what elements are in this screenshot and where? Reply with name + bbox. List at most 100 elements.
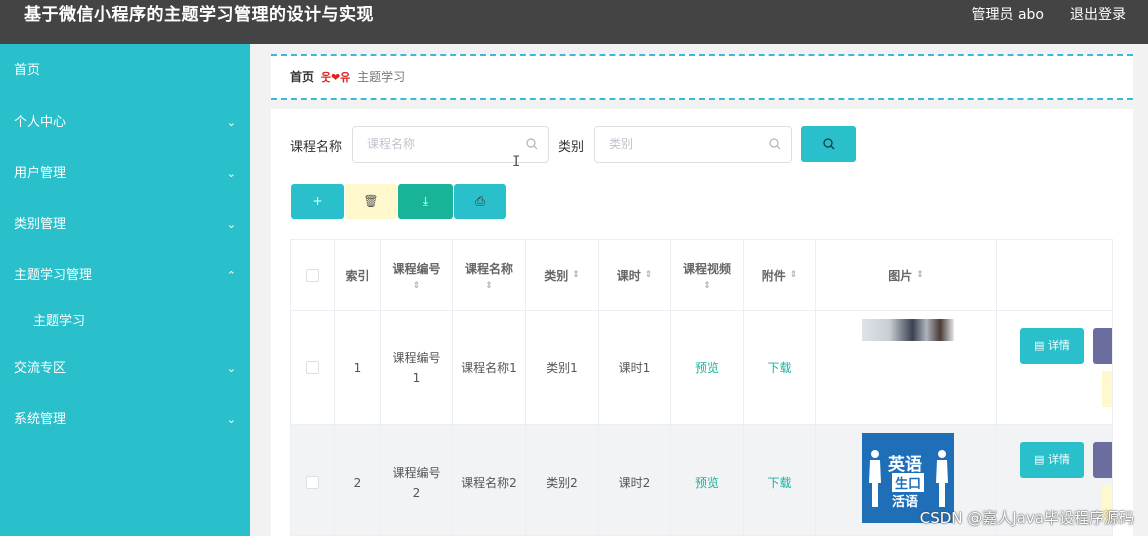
chevron-down-icon: ⌄ (226, 218, 236, 231)
sort-icon[interactable]: ⇕ (703, 281, 711, 291)
detail-label: 详情 (1047, 453, 1070, 466)
row-2-course-no: 课程编号2 (381, 425, 453, 535)
sidebar-item-exchange-zone[interactable]: 交流专区 ⌄ (0, 343, 250, 394)
row-1-video-cell: 预览 (671, 311, 744, 425)
row-2-index: 2 (335, 425, 381, 535)
top-bar: 基于微信小程序的主题学习管理的设计与实现 管理员 abo 退出登录 (0, 0, 1148, 44)
main-content: 首页 웃❤유 主题学习 课程名称 课程名称 类别 类别 + 🗑 ⤓ ⎙ 索引 课 (250, 44, 1148, 536)
header-label: 课程视频 (682, 261, 731, 276)
video-preview-link[interactable]: 预览 (695, 358, 719, 378)
header-video[interactable]: 课程视频 ⇕ (671, 240, 744, 311)
header-label: 课程编号 (392, 261, 441, 276)
search-icon (769, 138, 781, 150)
app-title: 基于微信小程序的主题学习管理的设计与实现 (24, 5, 374, 25)
document-icon: ▤ (1034, 453, 1048, 466)
header-attachment[interactable]: 附件 ⇕ (744, 240, 816, 311)
edit-button[interactable] (1093, 442, 1112, 478)
attachment-download-link[interactable]: 下载 (767, 473, 791, 493)
sidebar-subitem-label: 主题学习 (33, 314, 86, 329)
header-index: 索引 (335, 240, 381, 311)
header-category[interactable]: 类别 ⇕ (526, 240, 599, 311)
delete-button-partial[interactable] (1102, 371, 1112, 407)
breadcrumb: 首页 웃❤유 主题学习 (290, 56, 405, 99)
row-2-category: 类别2 (526, 425, 599, 535)
row-1-hours: 课时1 (599, 311, 671, 425)
detail-label: 详情 (1047, 339, 1070, 352)
header-label: 图片 (888, 268, 913, 283)
detail-button[interactable]: ▤ 详情 (1020, 442, 1084, 478)
row-1-course-name: 课程名称1 (453, 311, 526, 425)
edit-button[interactable] (1093, 328, 1112, 364)
sidebar-item-label: 个人中心 (14, 115, 67, 130)
course-name-label: 课程名称 (290, 140, 343, 155)
chevron-down-icon: ⌄ (226, 362, 236, 375)
header-course-name[interactable]: 课程名称 ⇕ (453, 240, 526, 311)
image-text-line1: 英语 (888, 455, 922, 475)
sidebar-item-label: 用户管理 (14, 166, 67, 181)
header-select-all (291, 240, 335, 311)
chevron-up-icon: ⌃ (226, 269, 236, 282)
row-2-video-cell: 预览 (671, 425, 744, 535)
watermark: CSDN @嘉人Java毕设程序源码 (919, 509, 1134, 527)
breadcrumb-current: 主题学习 (357, 70, 406, 84)
header-hours[interactable]: 课时 ⇕ (599, 240, 671, 311)
course-table: 索引 课程编号 ⇕ 课程名称 ⇕ 类别 ⇕ 课时 ⇕ 课程视频 ⇕ 附件 ⇕ 图片 ⇕ 1 课… (290, 239, 1113, 536)
header-label: 课程名称 (464, 261, 513, 276)
chevron-down-icon: ⌄ (226, 413, 236, 426)
header-course-no[interactable]: 课程编号 ⇕ (381, 240, 453, 311)
video-preview-link[interactable]: 预览 (695, 473, 719, 493)
breadcrumb-separator: 웃❤유 (320, 71, 351, 84)
attachment-download-link[interactable]: 下载 (767, 358, 791, 378)
sidebar-item-category-management[interactable]: 类别管理 ⌄ (0, 199, 250, 250)
sidebar-item-label: 交流专区 (14, 361, 67, 376)
sort-icon[interactable]: ⇕ (645, 270, 653, 280)
search-button[interactable] (801, 126, 856, 162)
sort-icon[interactable]: ⇕ (916, 270, 924, 280)
select-all-checkbox[interactable] (306, 268, 319, 282)
row-1-select (291, 311, 335, 425)
sidebar-subitem-topic-learning[interactable]: 主题学习 (0, 301, 250, 343)
sort-icon[interactable]: ⇕ (790, 270, 798, 280)
course-thumbnail (862, 319, 954, 341)
row-1-index: 1 (335, 311, 381, 425)
sidebar-item-label: 类别管理 (14, 217, 67, 232)
chevron-down-icon: ⌄ (226, 167, 236, 180)
row-2-attachment-cell: 下载 (744, 425, 816, 535)
row-checkbox[interactable] (306, 361, 319, 374)
sort-icon[interactable]: ⇕ (485, 281, 493, 291)
sidebar-item-system-management[interactable]: 系统管理 ⌄ (0, 394, 250, 445)
row-2-select (291, 425, 335, 535)
category-label: 类别 (558, 140, 585, 155)
content-panel: 课程名称 课程名称 类别 类别 + 🗑 ⤓ ⎙ 索引 课程编号 ⇕ 课程名称 ⇕ 类… (271, 109, 1133, 536)
row-2-course-name: 课程名称2 (453, 425, 526, 535)
admin-user-label: 管理员 abo (971, 7, 1044, 23)
sidebar-item-user-management[interactable]: 用户管理 ⌄ (0, 148, 250, 199)
logout-link[interactable]: 退出登录 (1070, 0, 1126, 30)
sidebar-item-home[interactable]: 首页 (0, 44, 250, 97)
delete-button[interactable]: 🗑 (345, 184, 397, 219)
header-label: 索引 (345, 268, 370, 283)
detail-button[interactable]: ▤ 详情 (1020, 328, 1084, 364)
search-icon (526, 138, 538, 150)
sort-icon[interactable]: ⇕ (572, 270, 580, 280)
breadcrumb-home[interactable]: 首页 (290, 70, 314, 84)
print-button[interactable]: ⎙ (454, 184, 506, 219)
image-text-line2: 生口 (892, 473, 925, 492)
header-label: 附件 (761, 268, 786, 283)
export-button[interactable]: ⤓ (398, 184, 453, 219)
header-image[interactable]: 图片 ⇕ (816, 240, 997, 311)
chevron-down-icon: ⌄ (226, 116, 236, 129)
sidebar-item-topic-learning-management[interactable]: 主题学习管理 ⌃ (0, 250, 250, 301)
sort-icon[interactable]: ⇕ (413, 281, 421, 291)
sidebar-item-label: 系统管理 (14, 412, 67, 427)
course-name-placeholder: 课程名称 (367, 137, 416, 151)
category-input[interactable]: 类别 (594, 126, 792, 163)
header-label: 类别 (544, 268, 569, 283)
sidebar-item-personal-center[interactable]: 个人中心 ⌄ (0, 97, 250, 148)
header-actions (997, 240, 1112, 311)
add-button[interactable]: + (291, 184, 344, 219)
row-2-hours: 课时2 (599, 425, 671, 535)
breadcrumb-bar: 首页 웃❤유 主题学习 (271, 54, 1133, 100)
header-label: 课时 (616, 268, 641, 283)
row-checkbox[interactable] (306, 476, 319, 489)
